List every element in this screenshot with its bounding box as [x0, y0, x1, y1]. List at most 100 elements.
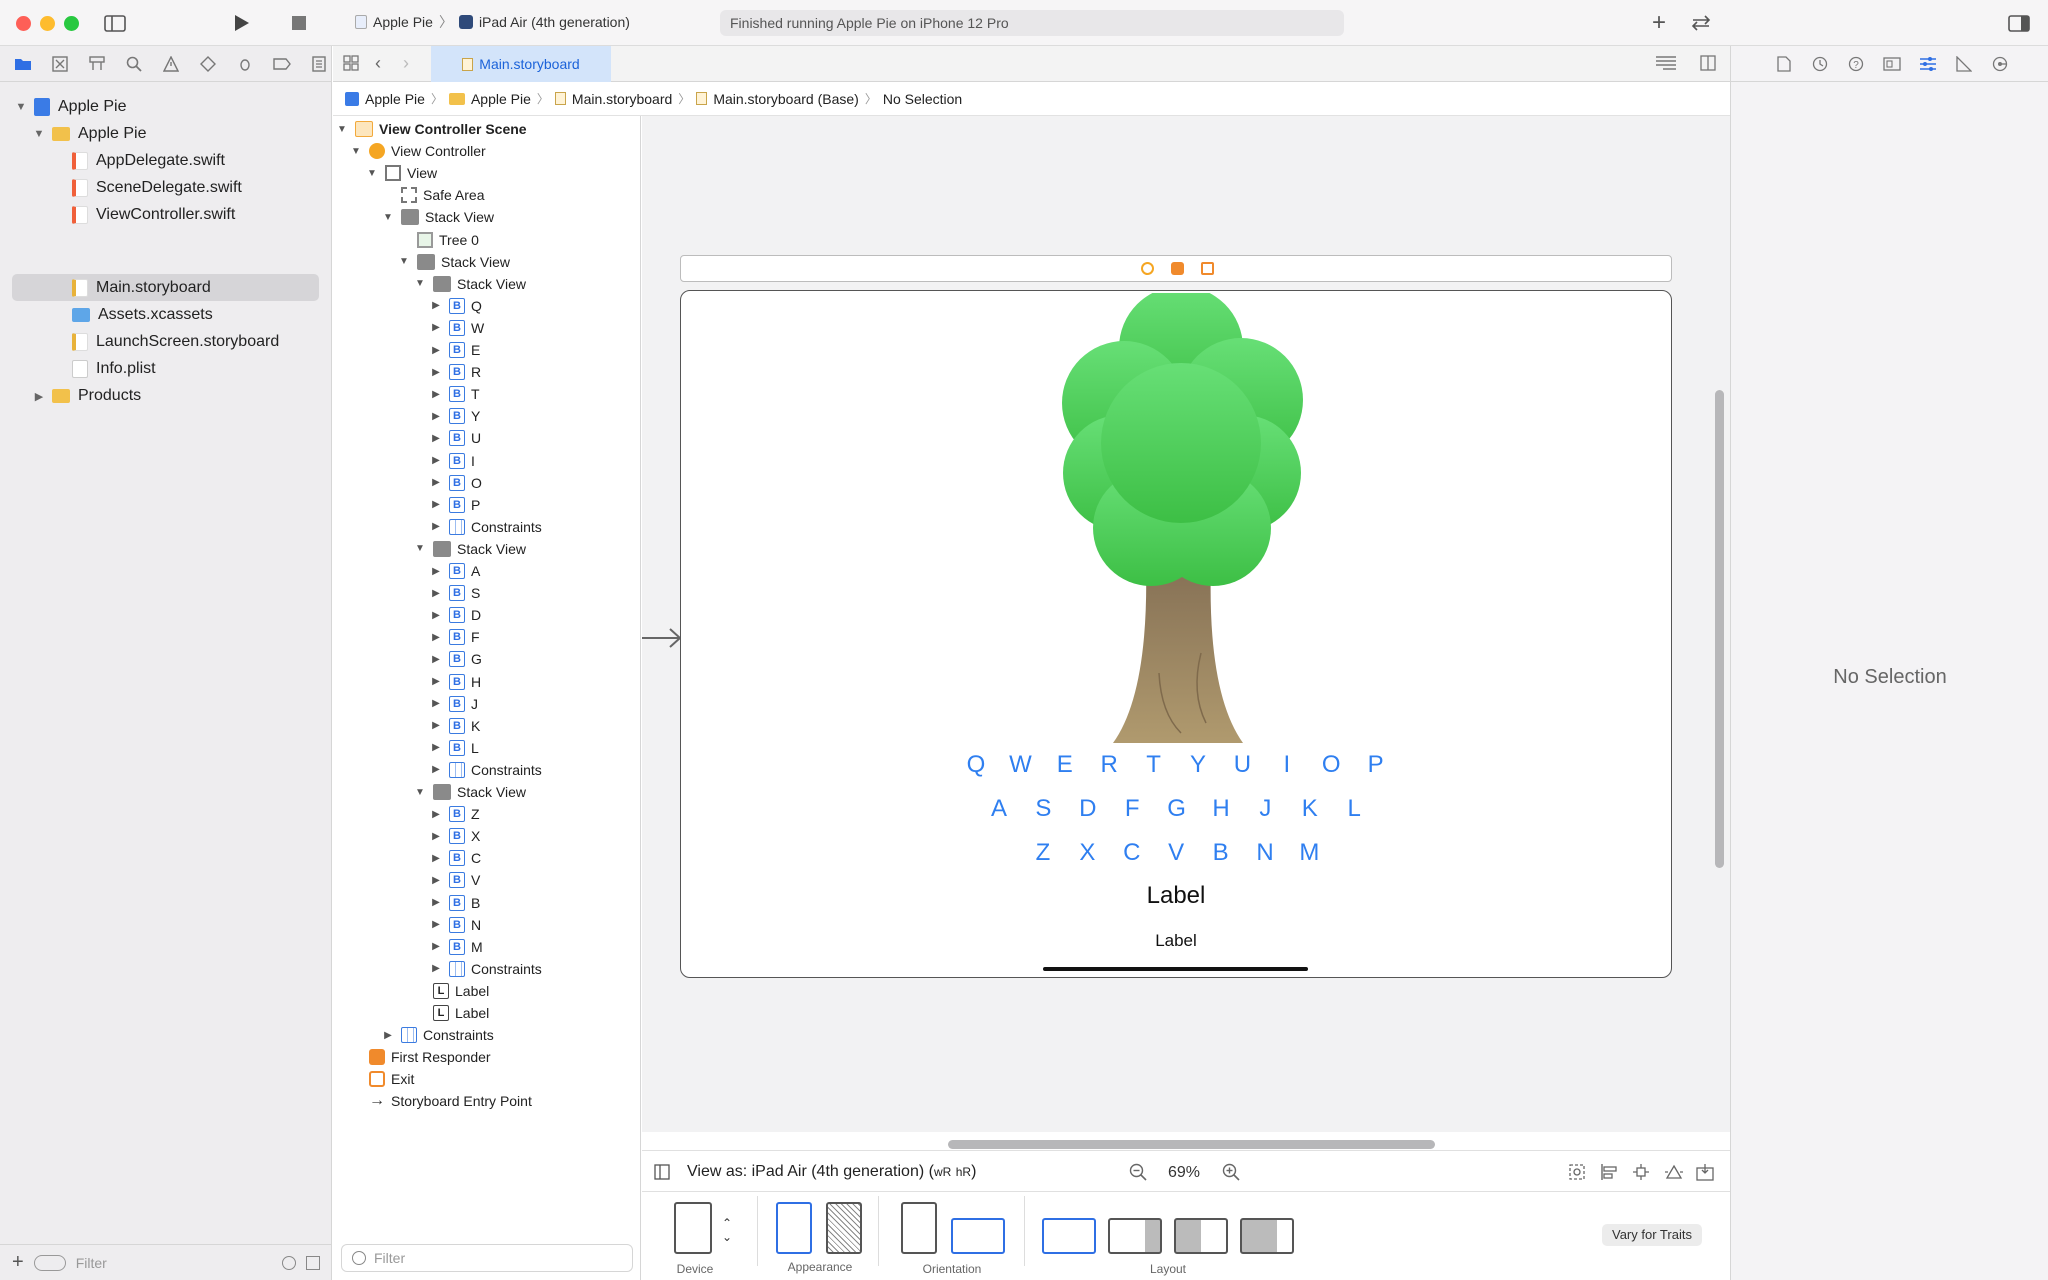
first-responder-icon[interactable]: [1171, 262, 1184, 275]
add-icon[interactable]: +: [12, 1251, 24, 1274]
outline-row-button[interactable]: ▶ B G: [429, 648, 482, 670]
nav-item-infoplist[interactable]: Info.plist: [72, 356, 156, 382]
chevron-right-icon[interactable]: ▶: [429, 566, 443, 577]
outline-row-button[interactable]: ▶ B L: [429, 737, 479, 759]
score-label[interactable]: Label: [1132, 931, 1220, 951]
recent-files-icon[interactable]: [282, 1255, 296, 1270]
outline-row-button[interactable]: ▶ B Z: [429, 803, 480, 825]
search-icon[interactable]: [121, 51, 146, 76]
letter-button[interactable]: T: [1139, 751, 1169, 779]
layout-full-option[interactable]: [1042, 1218, 1096, 1254]
chevron-down-icon[interactable]: ▼: [365, 168, 379, 179]
outline-row-button[interactable]: ▶ B P: [429, 494, 480, 516]
letter-button[interactable]: O: [1316, 751, 1346, 779]
code-review-icon[interactable]: [1688, 10, 1714, 36]
device-selector[interactable]: [674, 1202, 712, 1254]
outline-row-scene[interactable]: ▼ View Controller Scene: [335, 118, 527, 140]
toggle-outline-icon[interactable]: [654, 1164, 670, 1185]
outline-row-label[interactable]: L Label: [413, 1002, 489, 1024]
grid-icon[interactable]: [343, 55, 359, 76]
letter-button[interactable]: Z: [1028, 839, 1058, 867]
chevron-right-icon[interactable]: ▶: [429, 610, 443, 621]
inspector-toggle-icon[interactable]: [2006, 10, 2032, 36]
letter-button[interactable]: X: [1072, 839, 1102, 867]
chevron-right-icon[interactable]: ▶: [429, 499, 443, 510]
breadcrumb-item[interactable]: Main.storyboard: [572, 91, 672, 107]
attributes-inspector-icon[interactable]: [1917, 53, 1939, 75]
nav-item-assets[interactable]: Assets.xcassets: [72, 302, 213, 328]
letter-button[interactable]: K: [1295, 795, 1325, 823]
outline-row-entry-point[interactable]: → Storyboard Entry Point: [349, 1090, 532, 1112]
align-icon[interactable]: [1600, 1163, 1618, 1186]
nav-item-products[interactable]: ▶ Products: [32, 383, 141, 409]
letter-button[interactable]: A: [984, 795, 1014, 823]
zoom-in-icon[interactable]: [1222, 1163, 1240, 1186]
letter-button[interactable]: B: [1206, 839, 1236, 867]
outline-row-button[interactable]: ▶ B H: [429, 671, 481, 693]
minimize-window-button[interactable]: [40, 16, 55, 31]
outline-row-button[interactable]: ▶ B N: [429, 914, 481, 936]
forward-arrow-icon[interactable]: ›: [403, 53, 409, 74]
outline-row-button[interactable]: ▶ B W: [429, 317, 484, 339]
outline-row-button[interactable]: ▶ B D: [429, 604, 481, 626]
outline-row-button[interactable]: ▶ B O: [429, 472, 482, 494]
outline-row-button[interactable]: ▶ B X: [429, 825, 480, 847]
letter-button[interactable]: N: [1250, 839, 1280, 867]
chevron-right-icon[interactable]: ▶: [429, 322, 443, 333]
add-icon[interactable]: +: [1646, 9, 1672, 36]
appearance-light-option[interactable]: [776, 1202, 812, 1254]
resolve-issues-icon[interactable]: [1664, 1163, 1684, 1186]
outline-row-button[interactable]: ▶ B K: [429, 715, 480, 737]
view-controller-canvas[interactable]: [680, 290, 1672, 978]
letter-button[interactable]: E: [1050, 751, 1080, 779]
chevron-right-icon[interactable]: ▶: [32, 390, 46, 403]
exit-icon[interactable]: [1201, 262, 1214, 275]
outline-row-view-controller[interactable]: ▼ View Controller: [349, 140, 486, 162]
help-inspector-icon[interactable]: ?: [1845, 53, 1867, 75]
chevron-right-icon[interactable]: ▶: [429, 676, 443, 687]
layout-one-third-option[interactable]: [1240, 1218, 1294, 1254]
entry-point-arrow-icon[interactable]: [642, 626, 682, 655]
outline-row-stack-view[interactable]: ▼ Stack View: [413, 273, 526, 295]
chevron-down-icon[interactable]: ▼: [14, 101, 28, 113]
breadcrumb-item[interactable]: Apple Pie: [471, 91, 531, 107]
chevron-right-icon[interactable]: ▶: [429, 588, 443, 599]
size-inspector-icon[interactable]: [1953, 53, 1975, 75]
warning-icon[interactable]: [158, 51, 183, 76]
connections-inspector-icon[interactable]: [1989, 53, 2011, 75]
letter-button[interactable]: J: [1250, 795, 1280, 823]
outline-row-constraints[interactable]: ▶ Constraints: [429, 958, 542, 980]
folder-icon[interactable]: [10, 51, 35, 76]
zoom-out-icon[interactable]: [1129, 1163, 1147, 1186]
outline-row-tree-image[interactable]: Tree 0: [397, 229, 479, 251]
nav-item-viewcontroller[interactable]: ViewController.swift: [72, 202, 235, 228]
outline-row-button[interactable]: ▶ B I: [429, 450, 475, 472]
letter-button[interactable]: Y: [1183, 751, 1213, 779]
letter-button[interactable]: L: [1339, 795, 1369, 823]
breakpoint-icon[interactable]: [269, 51, 294, 76]
chevron-right-icon[interactable]: ▶: [429, 300, 443, 311]
outline-row-stack-view[interactable]: ▼ Stack View: [413, 781, 526, 803]
outline-row-exit[interactable]: Exit: [349, 1068, 414, 1090]
outline-row-button[interactable]: ▶ B V: [429, 869, 480, 891]
source-control-icon[interactable]: [47, 51, 72, 76]
outline-filter-input[interactable]: Filter: [341, 1244, 633, 1272]
editor-options-icon[interactable]: [1655, 55, 1677, 76]
chevron-right-icon[interactable]: ▶: [429, 698, 443, 709]
zoom-level[interactable]: 69%: [1168, 1164, 1200, 1182]
outline-row-first-responder[interactable]: First Responder: [349, 1046, 491, 1068]
chevron-right-icon[interactable]: ▶: [429, 632, 443, 643]
outline-row-button[interactable]: ▶ B Y: [429, 405, 480, 427]
letter-button[interactable]: F: [1117, 795, 1147, 823]
chevron-down-icon[interactable]: ▼: [413, 278, 427, 289]
letter-button[interactable]: P: [1361, 751, 1391, 779]
history-inspector-icon[interactable]: [1809, 53, 1831, 75]
breadcrumb-item[interactable]: Apple Pie: [365, 91, 425, 107]
orientation-landscape-option[interactable]: [951, 1218, 1005, 1254]
chevron-down-icon[interactable]: ▼: [381, 212, 395, 223]
letter-button[interactable]: H: [1206, 795, 1236, 823]
navigator-filter-input[interactable]: Filter: [76, 1255, 272, 1271]
outline-row-button[interactable]: ▶ B B: [429, 892, 480, 914]
outline-row-safe-area[interactable]: Safe Area: [381, 184, 485, 206]
word-label[interactable]: Label: [1120, 882, 1232, 910]
